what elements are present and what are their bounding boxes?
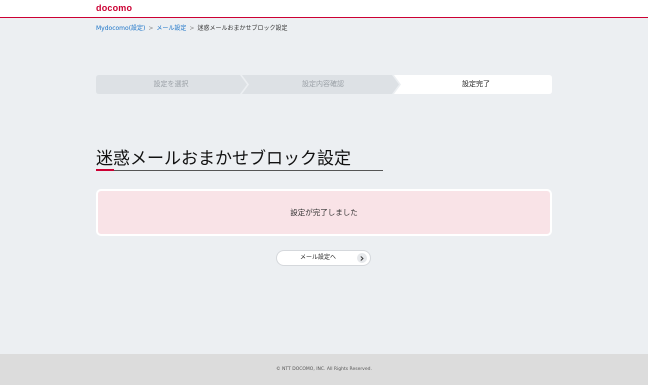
- step-settings-complete: 設定完了: [462, 80, 490, 88]
- site-header: docomo: [0, 0, 648, 18]
- mail-settings-button-label: メール設定へ: [299, 254, 336, 261]
- step-confirm-settings: 設定内容確認: [302, 80, 344, 88]
- breadcrumb-mydocomo-link[interactable]: Mydocomo(設定): [96, 24, 145, 34]
- chevron-right-icon: [357, 253, 367, 263]
- progress-steps: 設定を選択 設定内容確認 設定完了: [96, 75, 552, 94]
- mail-settings-button[interactable]: メール設定へ: [276, 250, 371, 266]
- title-underline: [96, 170, 383, 171]
- completion-message: 設定が完了しました: [290, 208, 358, 217]
- step-select-settings: 設定を選択: [153, 80, 189, 88]
- breadcrumb-mail-settings-link[interactable]: メール設定: [156, 24, 186, 34]
- breadcrumb: Mydocomo(設定) > メール設定 > 迷惑メールおまかせブロック設定: [96, 24, 287, 34]
- title-accent-bar: [96, 169, 114, 171]
- page-title: 迷惑メールおまかせブロック設定: [96, 149, 351, 169]
- docomo-logo[interactable]: docomo: [96, 3, 132, 13]
- breadcrumb-current: 迷惑メールおまかせブロック設定: [197, 25, 288, 32]
- copyright-text: © NTT DOCOMO, INC. All Rights Reserved.: [276, 367, 372, 372]
- site-footer: © NTT DOCOMO, INC. All Rights Reserved.: [0, 354, 648, 385]
- completion-message-box: 設定が完了しました: [96, 189, 552, 236]
- breadcrumb-separator: >: [189, 25, 195, 32]
- breadcrumb-separator: >: [148, 25, 154, 32]
